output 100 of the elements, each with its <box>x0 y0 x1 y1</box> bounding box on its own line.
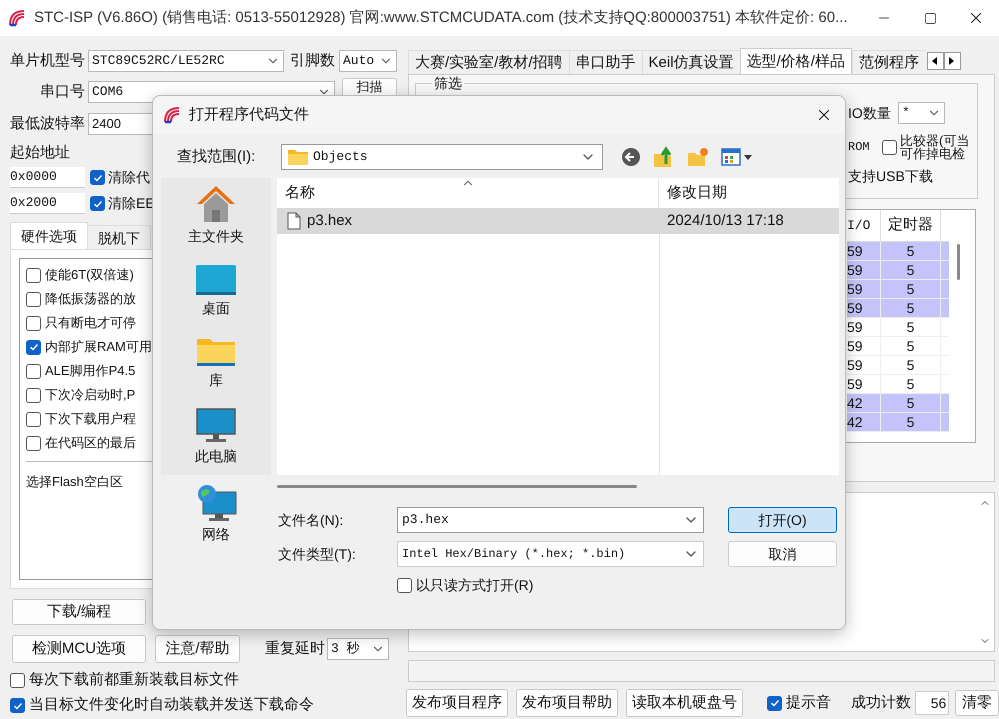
table-row[interactable]: 42 5 <box>847 413 949 432</box>
address-field[interactable]: 0x2000 <box>10 193 85 214</box>
dropdown[interactable]: STC89C52RC/LE52RC <box>88 50 284 72</box>
field-label: 成功计数 <box>851 692 911 713</box>
table-cell: 59 <box>847 356 881 374</box>
column-header[interactable]: I/O <box>847 210 881 241</box>
app-logo-icon <box>8 9 26 27</box>
table-cell: 5 <box>881 261 941 279</box>
place-label[interactable]: 主文件夹 <box>188 226 244 247</box>
group-title: 筛选 <box>432 76 464 90</box>
checkbox[interactable] <box>10 698 25 713</box>
field-label: 串口号 <box>39 82 86 102</box>
table-cell: 59 <box>847 261 881 279</box>
table-row[interactable]: 59 5 <box>847 261 949 280</box>
field-label: 单片机型号 <box>10 50 86 71</box>
checkbox-label: 当目标文件变化时自动装载并发送下载命令 <box>29 695 314 716</box>
button[interactable]: 清零 <box>955 690 999 716</box>
table-cell: 5 <box>881 356 941 374</box>
checkbox-label: ALE脚用作P4.5 <box>45 362 136 380</box>
checkbox[interactable] <box>767 696 782 710</box>
place-label[interactable]: 此电脑 <box>195 446 237 467</box>
table-cell: 5 <box>881 242 941 260</box>
cancel-button[interactable]: 取消 <box>728 541 837 567</box>
table-row[interactable]: 42 5 <box>847 394 949 413</box>
checkbox-label: 使能6T(双倍速) <box>45 266 134 284</box>
tab[interactable]: 选型/价格/样品 <box>740 48 852 74</box>
place-label[interactable]: 库 <box>209 370 223 391</box>
column-header[interactable]: 定时器 <box>881 210 941 241</box>
dropdown[interactable]: Auto <box>339 50 397 72</box>
horizontal-scrollbar[interactable] <box>277 485 637 488</box>
checkbox[interactable] <box>26 436 41 450</box>
place-label[interactable]: 桌面 <box>202 298 230 319</box>
count-field: 56 <box>915 691 950 715</box>
button[interactable]: 检测MCU选项 <box>12 635 146 663</box>
checkbox[interactable] <box>10 673 25 688</box>
table-row[interactable]: 59 5 <box>847 375 949 394</box>
column-header[interactable]: 修改日期 <box>659 178 727 208</box>
checkbox-label: 在代码区的最后 <box>45 434 136 452</box>
view-menu-icon[interactable] <box>721 148 753 166</box>
button[interactable]: 发布项目程序 <box>406 689 508 717</box>
button[interactable]: 注意/帮助 <box>155 635 240 663</box>
checkbox[interactable] <box>26 412 41 426</box>
checkbox-label: 清除代 <box>108 168 150 187</box>
field-label: 引脚数 <box>290 50 336 71</box>
checkbox-label: 以只读方式打开(R) <box>416 576 534 595</box>
table-row[interactable]: 59 5 <box>847 337 949 356</box>
location-dropdown[interactable]: Objects <box>281 144 603 170</box>
tab-scroll-right-icon[interactable] <box>944 52 961 70</box>
field-label: 文件名(N): <box>278 510 344 530</box>
checkbox-label: 下次下载用户程 <box>45 410 136 428</box>
table-row[interactable]: 59 5 <box>847 242 949 261</box>
checkbox[interactable] <box>882 140 897 154</box>
checkbox[interactable] <box>26 388 41 402</box>
table-cell: 5 <box>881 280 941 298</box>
table-row[interactable]: 59 5 <box>847 280 949 299</box>
tab-scroll-left-icon[interactable] <box>926 52 944 70</box>
checkbox[interactable] <box>90 170 105 185</box>
table-cell: 5 <box>881 375 941 393</box>
place-label[interactable]: 网络 <box>202 524 230 545</box>
checkbox[interactable] <box>397 578 412 593</box>
checkbox[interactable] <box>26 268 41 282</box>
checkbox[interactable] <box>26 316 41 330</box>
scrollbar-thumb[interactable] <box>957 244 960 280</box>
table-cell: 5 <box>881 318 941 336</box>
table-row[interactable]: 59 5 <box>847 356 949 375</box>
file-name-field[interactable]: p3.hex <box>397 507 704 533</box>
file-type-dropdown[interactable]: Intel Hex/Binary (*.hex; *.bin) <box>397 541 704 567</box>
network-computer-icon <box>195 484 237 522</box>
checkbox-label: 下次冷启动时,P <box>45 386 136 404</box>
table-row[interactable]: 59 5 <box>847 299 949 318</box>
checkbox-label: 只有断电才可停 <box>45 314 136 332</box>
flash-note: 选择Flash空白区 <box>26 474 123 489</box>
table-row[interactable]: 59 5 <box>847 318 949 337</box>
dropdown[interactable]: 3 秒 <box>327 638 389 660</box>
monitor-icon <box>196 408 236 444</box>
checkbox[interactable] <box>26 292 41 306</box>
table-cell: 42 <box>847 413 881 431</box>
checkbox[interactable] <box>26 364 41 378</box>
section-label: 起始地址 <box>10 144 70 162</box>
field-label: ROM <box>848 139 871 156</box>
button[interactable]: 读取本机硬盘号 <box>626 689 743 717</box>
checkbox[interactable] <box>90 196 105 211</box>
check-icon <box>770 698 780 708</box>
table-cell: 59 <box>847 337 881 355</box>
dialog-title: 打开程序代码文件 <box>189 104 309 125</box>
button[interactable]: 发布项目帮助 <box>516 689 618 717</box>
window-title: STC-ISP (V6.86O) (销售电话: 0513-55012928) 官网:www.STCMCUDATA.com (技术支持QQ:800003751) 本软件定价: 60... <box>34 8 848 28</box>
open-button[interactable]: 打开(O) <box>728 507 837 533</box>
tab[interactable]: 硬件选项 <box>10 222 88 249</box>
tab[interactable]: 脱机下 <box>88 225 151 249</box>
dropdown[interactable]: * <box>898 102 945 124</box>
address-field[interactable]: 0x0000 <box>10 167 85 188</box>
table-cell: 59 <box>847 280 881 298</box>
table-cell: 59 <box>847 299 881 317</box>
desktop-icon <box>195 264 237 296</box>
house-icon <box>195 184 237 224</box>
file-row[interactable]: p3.hex 2024/10/13 17:18 <box>277 208 839 234</box>
checkbox[interactable] <box>26 340 41 354</box>
file-name: p3.hex <box>307 210 352 231</box>
button[interactable]: 下载/编程 <box>12 599 146 625</box>
